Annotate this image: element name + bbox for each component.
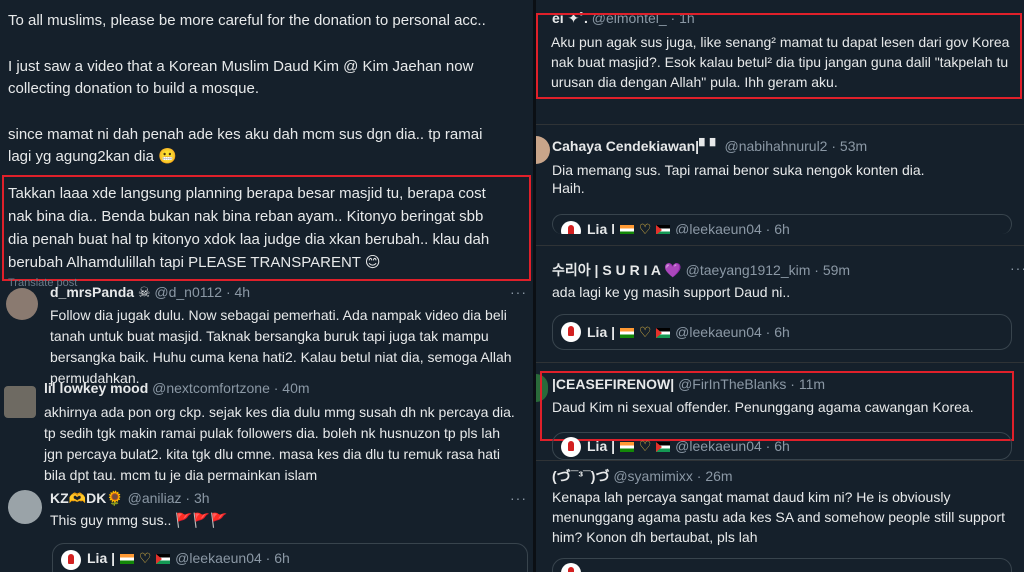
palestine-flag-icon [156, 554, 171, 565]
quoted-avatar [561, 322, 581, 342]
quoted-handle: @leekaeun04 · 6h [675, 324, 790, 340]
reply-author[interactable]: KZ🫶DK🌻 [50, 490, 124, 506]
reply-header: KZ🫶DK🌻 @aniliaz · 3h [50, 490, 210, 507]
quoted-avatar [61, 550, 81, 570]
india-flag-icon [119, 554, 134, 565]
reply-author[interactable]: (づ¯³¯)づ [552, 468, 609, 484]
reply-author[interactable]: lil lowkey mood [44, 380, 148, 396]
reply-text: akhirnya ada pon org ckp. sejak kes dia … [44, 404, 515, 420]
reply-handle[interactable]: @nabihahnurul2 · 53m [725, 138, 868, 154]
reply-text: nak buat masjid?. Esok kalau betul² dia … [551, 54, 1009, 70]
palestine-flag-icon [656, 225, 671, 234]
reply-text: jgn percaya bulat2. kita tgk dlu cmne. m… [44, 446, 501, 462]
palestine-flag-icon [656, 328, 671, 339]
reply-header: Cahaya Cendekiawan|▘▘ @nabihahnurul2 · 5… [552, 138, 867, 155]
main-post-line: nak bina dia.. Benda bukan nak bina reba… [8, 208, 484, 225]
main-post-line: collecting donation to build a mosque. [8, 80, 260, 97]
reply-text: This guy mmg sus.. 🚩🚩🚩 [50, 512, 228, 528]
avatar[interactable] [6, 288, 38, 320]
reply-text: tanah untuk buat masjid. Taknak bersangk… [50, 328, 489, 344]
divider [536, 245, 1024, 246]
main-post-line: I just saw a video that a Korean Muslim … [8, 58, 474, 75]
main-post-line: dia penah buat hal tp kitonyo xdok laa j… [8, 231, 490, 248]
reply-text: tp sedih tgk makin ramai pulak followers… [44, 425, 501, 441]
right-screenshot-panel: ei ✦˚. @elmontel_ · 1h Aku pun agak sus … [533, 0, 1024, 572]
divider [536, 124, 1024, 125]
more-options-icon[interactable]: ··· [510, 490, 527, 506]
quoted-header: Lia | ♡ @leekaeun04 · 6h [587, 438, 790, 455]
quoted-header: Lia | ♡ @leekaeun04 · 6h [587, 324, 790, 341]
quoted-post-card[interactable]: Lia | ♡ @leekaeun04 · 6h [552, 314, 1012, 350]
heart-hands-icon: ♡ [638, 221, 652, 234]
avatar[interactable] [8, 490, 42, 524]
reply-handle[interactable]: @FirInTheBlanks · 11m [678, 376, 825, 392]
reply-handle[interactable]: @nextcomfortzone · 40m [152, 380, 309, 396]
left-screenshot-panel: To all muslims, please be more careful f… [0, 0, 533, 572]
divider [536, 362, 1024, 363]
main-post-line: since mamat ni dah penah ade kes aku dah… [8, 126, 483, 143]
reply-text: bersangka baik. Huhu cuma kena hati2. Ka… [50, 349, 512, 365]
reply-text: ada lagi ke yg masih support Daud ni.. [552, 284, 791, 300]
quoted-post-card[interactable]: Lia | ♡ @leekaeun04 · 6h [552, 432, 1012, 460]
reply-text: Aku pun agak sus juga, like senang² mama… [551, 34, 1010, 50]
reply-text: urusan dia dengan Allah" pula. Ihh geram… [551, 74, 838, 90]
divider [536, 460, 1024, 461]
quoted-author: Lia | [87, 550, 116, 566]
quoted-post-card[interactable]: Lia | ♡ @leekaeun04 · 6h [552, 214, 1012, 234]
quoted-post-card[interactable]: Lia | ♡ @leekaeun04 · 6h [52, 543, 528, 572]
reply-text: bila dpt tau. mcm tu je dia permainkan i… [44, 467, 318, 483]
reply-handle[interactable]: @d_n0112 · 4h [154, 284, 250, 300]
quoted-handle: @leekaeun04 · 6h [175, 550, 290, 566]
reply-handle[interactable]: @syamimixx · 26m [613, 468, 732, 484]
palestine-flag-icon [656, 442, 671, 453]
reply-header: (づ¯³¯)づ @syamimixx · 26m [552, 466, 733, 486]
more-options-icon[interactable]: ··· [1010, 260, 1024, 276]
reply-author[interactable]: Cahaya Cendekiawan|▘▘ [552, 138, 721, 154]
reply-handle[interactable]: @aniliaz · 3h [128, 490, 210, 506]
reply-header: 수리아 | S U R I A 💜 @taeyang1912_kim · 59m [552, 260, 850, 280]
quoted-author: Lia | [587, 324, 616, 340]
quoted-header: Lia | ♡ @leekaeun04 · 6h [587, 221, 790, 234]
reply-text: Haih. [552, 180, 585, 196]
reply-author[interactable]: |CEASEFIRENOW| [552, 376, 674, 392]
main-post-line: Takkan laaa xde langsung planning berapa… [8, 185, 486, 202]
quoted-avatar [561, 437, 581, 457]
quoted-handle: @leekaeun04 · 6h [675, 221, 790, 234]
reply-author[interactable]: 수리아 | S U R I A 💜 [552, 262, 682, 278]
quoted-header: Lia | ♡ @leekaeun04 · 6h [87, 550, 290, 567]
reply-header: lil lowkey mood @nextcomfortzone · 40m [44, 380, 310, 396]
reply-header: |CEASEFIRENOW| @FirInTheBlanks · 11m [552, 376, 825, 392]
main-post-line: To all muslims, please be more careful f… [8, 12, 486, 29]
quoted-avatar [561, 221, 581, 234]
quoted-author: Lia | [587, 221, 616, 234]
quoted-author: Lia | [587, 438, 616, 454]
india-flag-icon [619, 225, 634, 234]
main-post-line: lagi yg agung2kan dia 😬 [8, 148, 177, 165]
quoted-handle: @leekaeun04 · 6h [675, 438, 790, 454]
reply-text: Follow dia jugak dulu. Now sebagai pemer… [50, 307, 507, 323]
heart-hands-icon: ♡ [638, 438, 652, 454]
main-post-line: berubah Alhamdulillah tapi PLEASE TRANSP… [8, 254, 381, 271]
reply-handle[interactable]: @taeyang1912_kim · 59m [686, 262, 850, 278]
reply-text: Dia memang sus. Tapi ramai benor suka ne… [552, 162, 925, 178]
avatar[interactable] [4, 386, 36, 418]
avatar[interactable] [536, 136, 550, 164]
india-flag-icon [619, 328, 634, 339]
reply-author[interactable]: d_mrsPanda ☠ [50, 284, 150, 300]
reply-text: Daud Kim ni sexual offender. Penunggang … [552, 399, 974, 415]
reply-text: him? Konon dh bertaubat, pls lah [552, 529, 758, 545]
reply-header: d_mrsPanda ☠ @d_n0112 · 4h [50, 284, 250, 301]
heart-hands-icon: ♡ [638, 324, 652, 340]
more-options-icon[interactable]: ··· [510, 284, 527, 300]
reply-text: Kenapa lah percaya sangat mamat daud kim… [552, 489, 951, 505]
heart-hands-icon: ♡ [138, 550, 152, 566]
quoted-avatar [561, 563, 581, 572]
quoted-post-card[interactable] [552, 558, 1012, 572]
india-flag-icon [619, 442, 634, 453]
reply-text: menunggang agama pastu ada kes SA and so… [552, 509, 1005, 525]
